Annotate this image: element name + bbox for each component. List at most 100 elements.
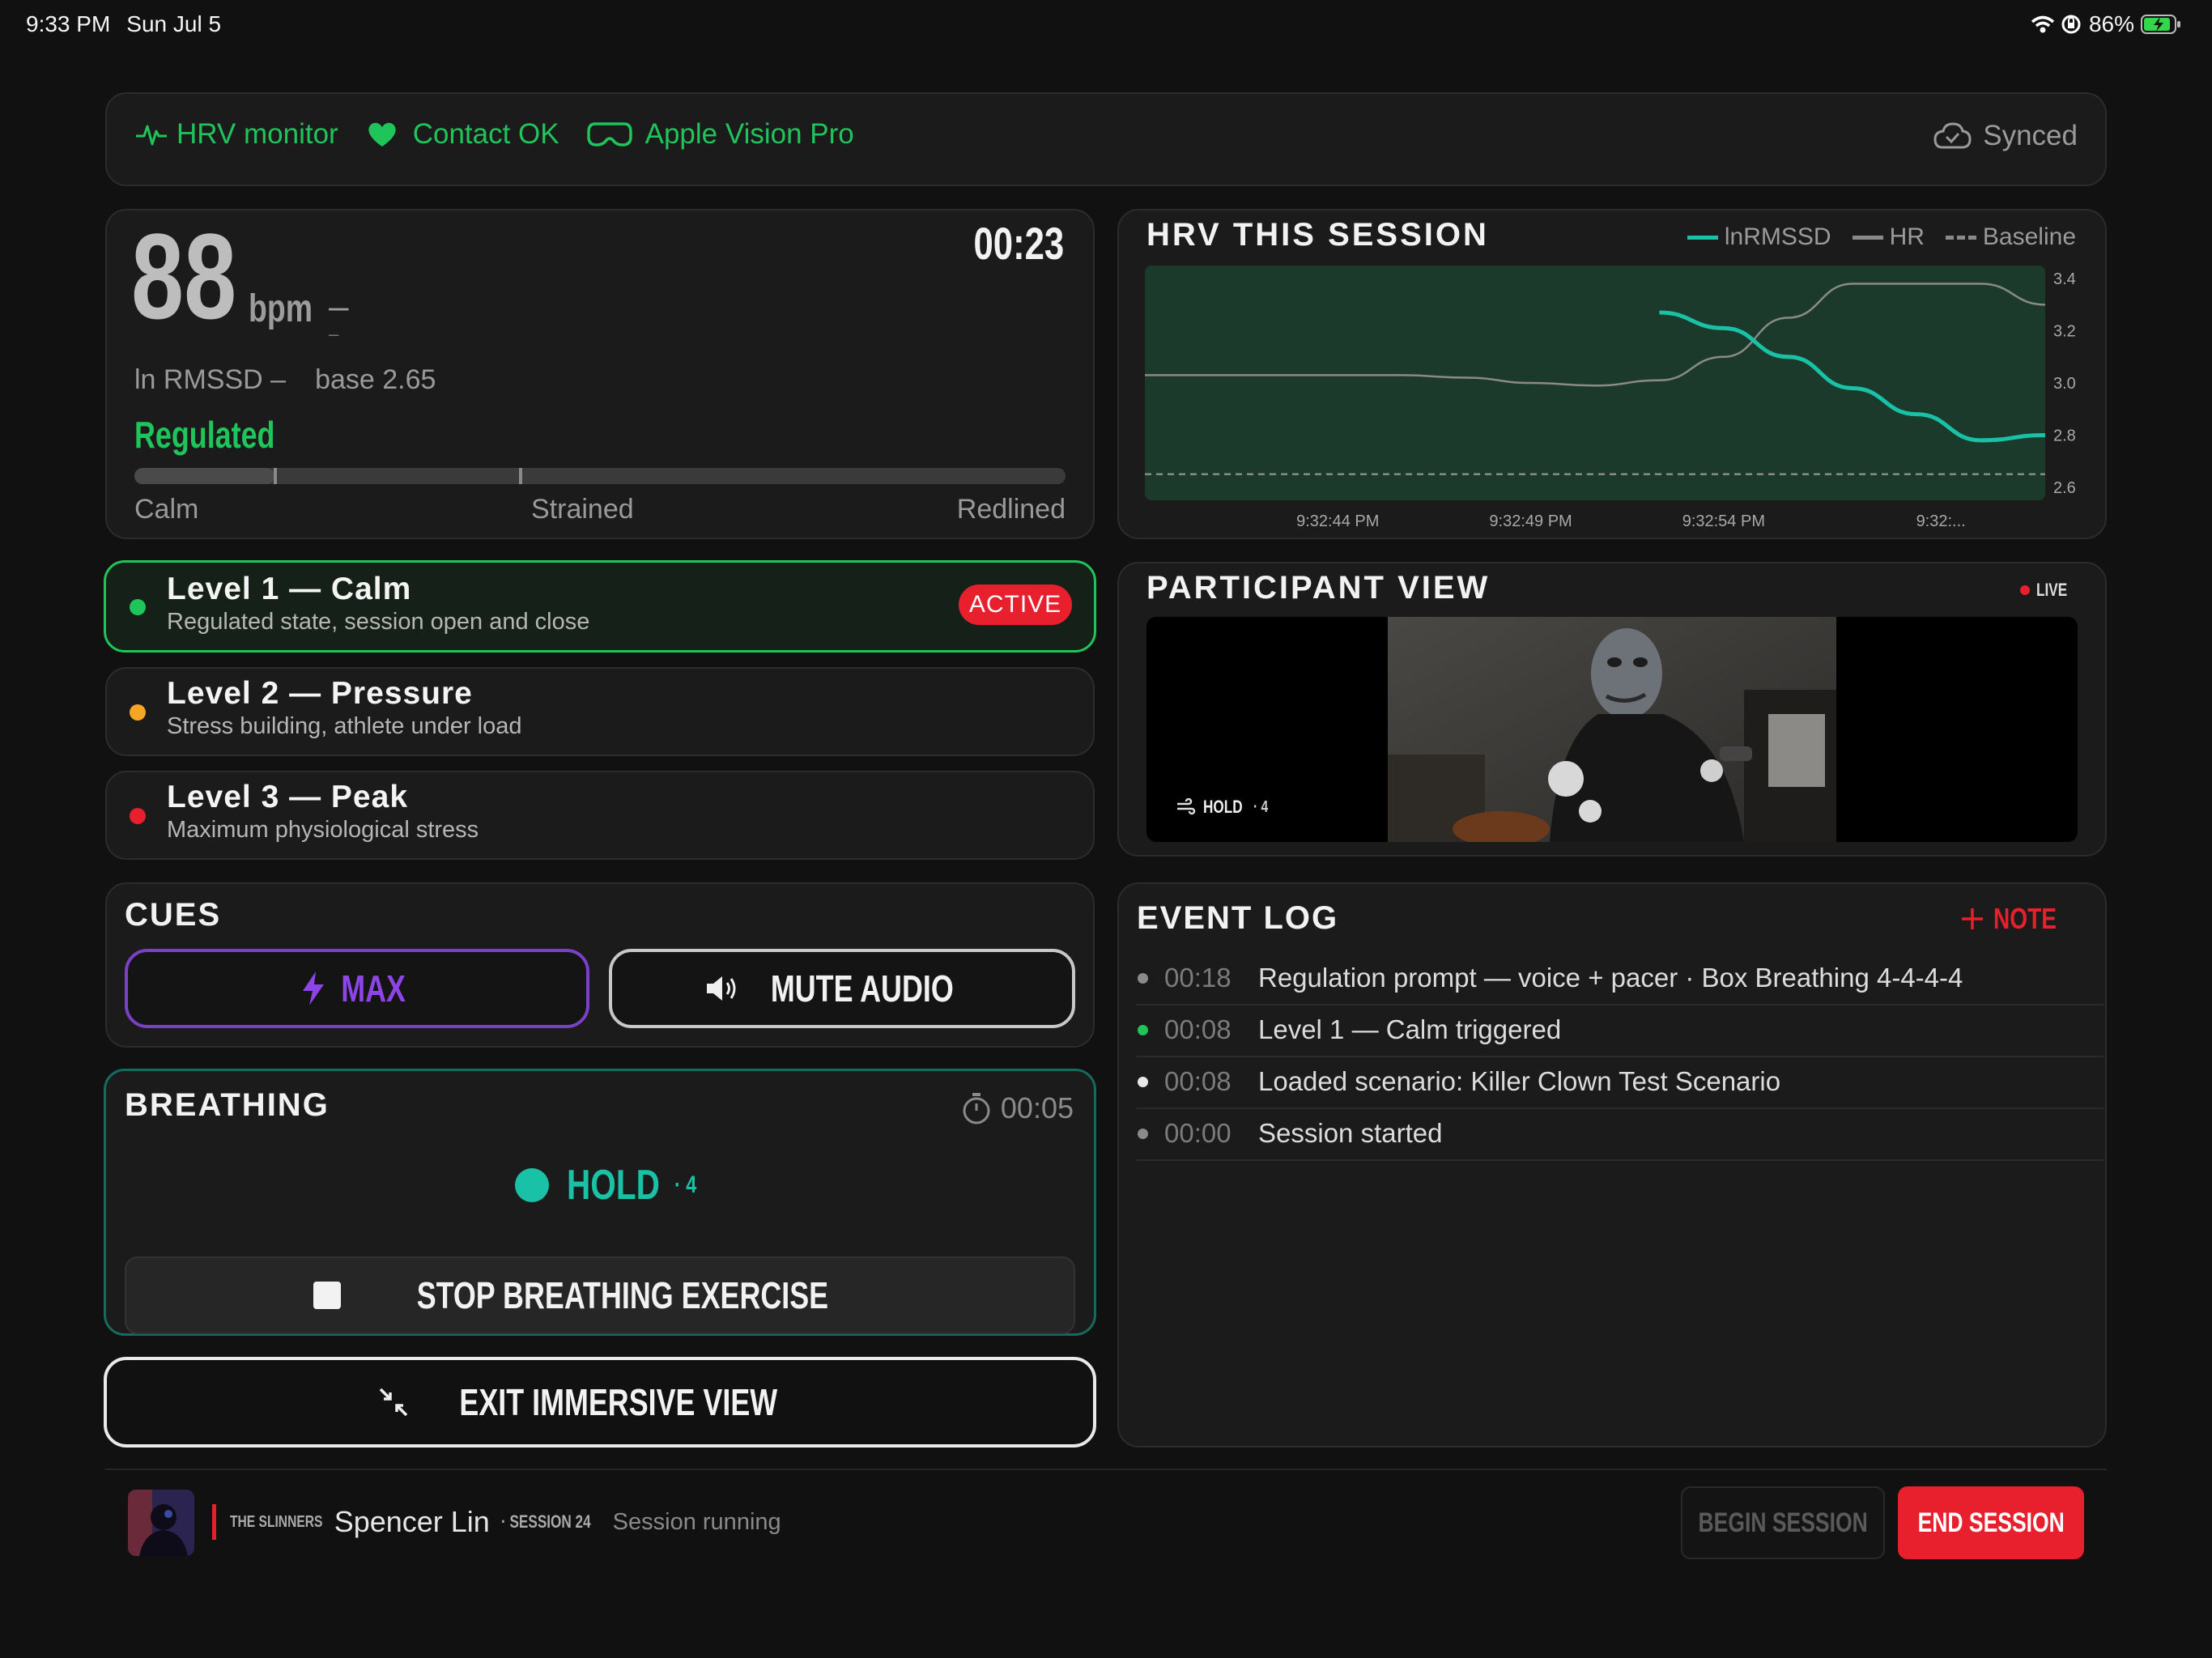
synced-label: Synced — [1983, 120, 2078, 151]
level-3-indicator — [130, 808, 146, 824]
breathing-phase: HOLD · 4 — [515, 1161, 703, 1209]
status-icons: 86% — [2031, 11, 2181, 37]
log-entry-dot — [1138, 1128, 1148, 1139]
avatar-image — [128, 1490, 194, 1556]
baseline-label: base 2.65 — [315, 364, 436, 395]
level-2-subtitle: Stress building, athlete under load — [167, 713, 522, 739]
connection-indicators: HRV monitor Contact OK Apple Vision Pro — [134, 118, 854, 151]
scale-label-redlined: Redlined — [956, 494, 1066, 525]
mute-audio-label: MUTE AUDIO — [771, 967, 954, 1010]
legend-lnrmssd: lnRMSSD — [1724, 223, 1831, 250]
breathing-elapsed-time: 00:05 — [1000, 1091, 1074, 1124]
collapse-icon — [379, 1388, 408, 1417]
log-entry-dot — [1138, 1076, 1148, 1087]
log-entry: 00:00 Session started — [1136, 1107, 2104, 1161]
legend-swatch-baseline — [1945, 235, 1976, 240]
log-entry: 00:08 Loaded scenario: Killer Clown Test… — [1136, 1056, 2104, 1109]
bpm-value: 88 — [131, 208, 237, 344]
speaker-icon — [707, 976, 736, 1001]
hrv-line-chart: 3.4 3.2 3.0 2.8 2.6 9:32:44 PM 9:32:49 PM 9:32:… — [1145, 266, 2076, 529]
battery-percent: 86% — [2088, 11, 2134, 36]
stopwatch-icon — [963, 1093, 990, 1124]
chart-plot-area — [1145, 266, 2045, 500]
video-frame-image — [1388, 617, 1836, 842]
breathing-pacer-dot — [515, 1168, 549, 1202]
begin-session-button[interactable]: BEGIN SESSION — [1681, 1486, 1885, 1559]
log-entry-time: 00:18 — [1164, 963, 1231, 993]
lightning-icon — [302, 971, 324, 1005]
log-entry-time: 00:08 — [1164, 1066, 1231, 1096]
legend-swatch-hr — [1852, 235, 1883, 240]
end-session-button[interactable]: END SESSION — [1898, 1486, 2084, 1559]
bpm-delta-sub: – — [329, 324, 339, 344]
active-badge: ACTIVE — [959, 585, 1072, 625]
hrv-legend: lnRMSSD HR Baseline — [1687, 223, 2076, 251]
log-entry-dot — [1138, 972, 1148, 984]
add-note-button[interactable]: NOTE — [1959, 902, 2074, 936]
y-tick-label: 3.2 — [2053, 323, 2076, 341]
cues-title: CUES — [125, 897, 222, 933]
video-breathing-overlay: HOLD · 4 — [1176, 797, 1273, 818]
exit-immersive-button[interactable]: EXIT IMMERSIVE VIEW — [104, 1357, 1096, 1448]
breathing-phase-count: · 4 — [674, 1171, 697, 1198]
pulse-icon — [136, 125, 167, 146]
team-name: THE SLINNERS — [230, 1512, 323, 1531]
team-accent-bar — [212, 1504, 216, 1540]
log-entry-dot — [1138, 1024, 1148, 1035]
log-entry-time: 00:00 — [1164, 1118, 1231, 1148]
max-cue-button[interactable]: MAX — [125, 949, 589, 1028]
log-entry: 00:18 Regulation prompt — voice + pacer … — [1136, 952, 2104, 1005]
legend-hr: HR — [1889, 223, 1925, 250]
session-timer-wrap: 00:23 — [948, 217, 1064, 270]
device-label: Apple Vision Pro — [644, 118, 854, 150]
legend-baseline: Baseline — [1982, 223, 2076, 250]
athlete-name: Spencer Lin — [334, 1505, 490, 1538]
session-timer: 00:23 — [973, 218, 1064, 269]
sync-status: Synced — [1933, 120, 2078, 152]
log-entry-time: 00:08 — [1164, 1014, 1231, 1044]
footer-divider — [105, 1469, 2107, 1470]
max-cue-label: MAX — [341, 967, 406, 1010]
y-tick-label: 3.4 — [2053, 270, 2076, 288]
level-1-subtitle: Regulated state, session open and close — [167, 609, 590, 635]
stress-threshold-marker — [519, 468, 522, 484]
breathing-phase-label: HOLD — [567, 1162, 660, 1209]
hrv-chart-title: HRV THIS SESSION — [1146, 217, 1489, 253]
end-session-label: END SESSION — [1917, 1507, 2065, 1538]
x-tick-label: 9:32:... — [1916, 512, 1966, 529]
rmssd-label: ln RMSSD – — [134, 364, 287, 395]
level-2-title: Level 2 — Pressure — [167, 676, 473, 711]
regulation-state-wrap: Regulated — [134, 413, 314, 457]
mute-audio-button[interactable]: MUTE AUDIO — [609, 949, 1075, 1028]
x-tick-label: 9:32:54 PM — [1682, 512, 1765, 529]
athlete-info: THE SLINNERS Spencer Lin · SESSION 24 Se… — [230, 1504, 781, 1540]
regulation-state: Regulated — [134, 414, 275, 456]
athlete-avatar — [128, 1490, 194, 1556]
session-number: · SESSION 24 — [500, 1511, 591, 1532]
bpm-unit: bpm — [249, 287, 313, 330]
y-tick-label: 2.6 — [2053, 479, 2076, 497]
level-1-indicator — [130, 599, 146, 615]
wind-icon — [1177, 798, 1196, 815]
status-time-date: 9:33 PM Sun Jul 5 — [26, 11, 221, 37]
exit-immersive-label: EXIT IMMERSIVE VIEW — [459, 1381, 778, 1423]
log-entry: 00:08 Level 1 — Calm triggered — [1136, 1004, 2104, 1057]
bpm-readout: 88 — [131, 215, 266, 337]
battery-icon — [2141, 15, 2180, 34]
log-entry-text: Level 1 — Calm triggered — [1258, 1014, 1562, 1044]
legend-swatch-lnrmssd — [1687, 235, 1718, 240]
breathing-elapsed: 00:05 — [960, 1091, 1074, 1125]
stop-square-icon — [313, 1282, 342, 1309]
status-date: Sun Jul 5 — [126, 11, 222, 36]
stop-breathing-button[interactable]: STOP BREATHING EXERCISE — [125, 1256, 1075, 1334]
level-1-title: Level 1 — Calm — [167, 572, 412, 606]
participant-video: HOLD · 4 — [1146, 617, 2078, 842]
cloud-check-icon — [1933, 122, 1972, 149]
contact-label: Contact OK — [412, 118, 559, 150]
x-tick-label: 9:32:49 PM — [1489, 512, 1572, 529]
log-entry-text: Regulation prompt — voice + pacer · Box … — [1258, 963, 1963, 993]
bpm-delta: – — [329, 287, 349, 326]
log-entry-text: Loaded scenario: Killer Clown Test Scena… — [1258, 1066, 1781, 1096]
heart-icon — [368, 122, 396, 147]
add-note-label: NOTE — [1993, 902, 2057, 935]
